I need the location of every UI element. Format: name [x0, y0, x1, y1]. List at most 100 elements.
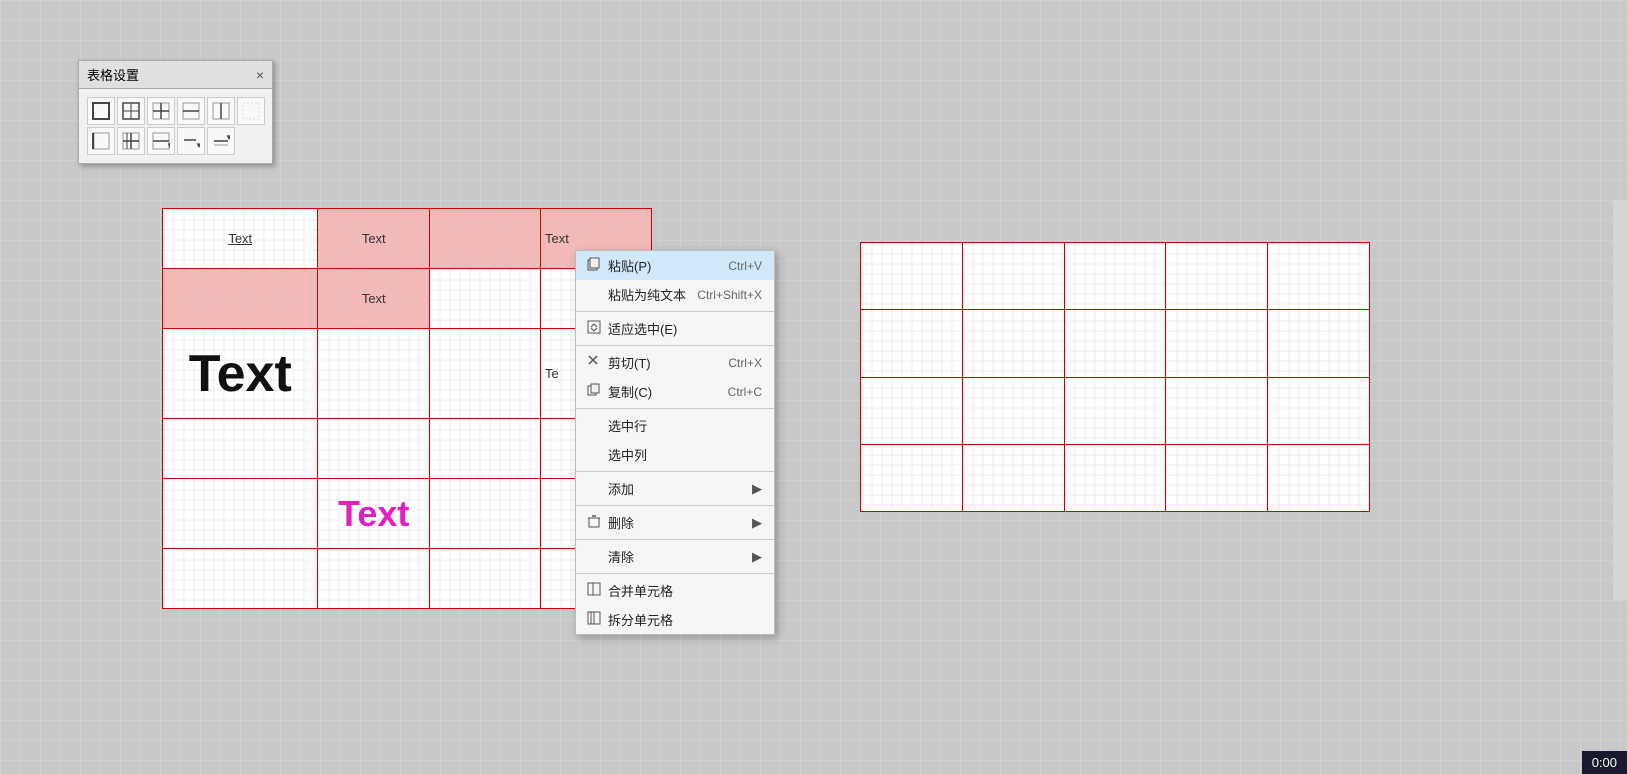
table-cell[interactable]: [1064, 444, 1166, 511]
menu-item-label-add: 添加: [608, 479, 634, 498]
context-menu-item-select-col[interactable]: 选中列: [576, 440, 774, 469]
panel-icons-grid: ▼ ▼ ▼: [79, 89, 272, 163]
panel-title-bar: 表格设置 ×: [79, 61, 272, 89]
menu-divider: [576, 471, 774, 472]
border-style-icon[interactable]: ▼: [147, 127, 175, 155]
context-menu-item-split-cells[interactable]: 拆分单元格: [576, 605, 774, 634]
table-cell[interactable]: [1064, 377, 1166, 444]
border-left-icon[interactable]: [87, 127, 115, 155]
table-cell[interactable]: [962, 243, 1064, 310]
table-cell[interactable]: [861, 444, 963, 511]
table-cell[interactable]: [429, 549, 540, 609]
table-row: [861, 310, 1370, 377]
table-cell[interactable]: [861, 377, 963, 444]
paste-icon: [586, 257, 602, 274]
context-menu-item-add[interactable]: 添加▶: [576, 474, 774, 503]
border-pattern-icon[interactable]: ▼: [207, 127, 235, 155]
submenu-arrow-clear: ▶: [752, 549, 762, 565]
table-cell[interactable]: [318, 549, 430, 609]
border-width-icon[interactable]: ▼: [177, 127, 205, 155]
border-h-icon[interactable]: [177, 97, 205, 125]
menu-item-shortcut-copy: Ctrl+C: [728, 385, 762, 399]
menu-item-label-split-cells: 拆分单元格: [608, 610, 673, 629]
context-menu-item-clear[interactable]: 清除 ▶: [576, 542, 774, 571]
table-cell[interactable]: [861, 310, 963, 377]
table-cell[interactable]: [1268, 444, 1370, 511]
table-cell[interactable]: [163, 269, 318, 329]
border-all-icon[interactable]: [117, 97, 145, 125]
table-cell[interactable]: [163, 479, 318, 549]
context-menu-item-fit-selection[interactable]: 适应选中(E): [576, 314, 774, 343]
context-menu-item-copy[interactable]: 复制(C)Ctrl+C: [576, 377, 774, 406]
border-right-icon[interactable]: [117, 127, 145, 155]
table-cell[interactable]: [163, 549, 318, 609]
panel-close-button[interactable]: ×: [256, 68, 264, 82]
context-menu-item-cut[interactable]: 剪切(T) Ctrl+X: [576, 348, 774, 377]
cell-text: Text: [545, 231, 569, 246]
table-cell[interactable]: Text: [163, 329, 318, 419]
table-cell[interactable]: [429, 269, 540, 329]
table-settings-panel: 表格设置 × ▼ ▼: [78, 60, 273, 164]
table-cell[interactable]: [1268, 377, 1370, 444]
menu-item-shortcut-paste: Ctrl+V: [728, 259, 762, 273]
table-cell[interactable]: [1268, 243, 1370, 310]
menu-item-label-clear: 清除: [608, 547, 634, 566]
table-cell[interactable]: [962, 377, 1064, 444]
table-cell[interactable]: [1166, 310, 1268, 377]
table-cell[interactable]: [429, 479, 540, 549]
context-menu: 粘贴(P)Ctrl+V粘贴为纯文本Ctrl+Shift+X 适应选中(E) 剪切(T…: [575, 250, 775, 635]
context-menu-item-paste[interactable]: 粘贴(P)Ctrl+V: [576, 251, 774, 280]
table-cell[interactable]: [861, 243, 963, 310]
table-cell[interactable]: Text: [318, 209, 430, 269]
submenu-arrow-delete: ▶: [752, 515, 762, 531]
table-cell[interactable]: [1064, 243, 1166, 310]
table-cell[interactable]: [429, 329, 540, 419]
table-cell[interactable]: Text: [318, 479, 430, 549]
table-cell[interactable]: [429, 209, 540, 269]
menu-item-shortcut-paste-plain: Ctrl+Shift+X: [697, 288, 762, 302]
scrollbar[interactable]: [1613, 200, 1627, 600]
table-cell[interactable]: [1166, 444, 1268, 511]
cell-text: Text: [362, 291, 386, 306]
menu-item-label-cut: 剪切(T): [608, 353, 651, 372]
table-row: [861, 444, 1370, 511]
cell-text: Text: [362, 231, 386, 246]
cell-text-pink: Text: [338, 493, 409, 534]
table-cell[interactable]: [163, 419, 318, 479]
right-table[interactable]: [860, 242, 1370, 512]
menu-divider: [576, 505, 774, 506]
cell-text: Te: [545, 366, 559, 381]
table-cell[interactable]: [1166, 377, 1268, 444]
delete-icon: [586, 514, 602, 531]
table-cell[interactable]: [1166, 243, 1268, 310]
context-menu-item-paste-plain[interactable]: 粘贴为纯文本Ctrl+Shift+X: [576, 280, 774, 309]
border-outer-icon[interactable]: [87, 97, 115, 125]
table-cell[interactable]: [962, 310, 1064, 377]
menu-item-label-select-row: 选中行: [608, 416, 647, 435]
right-table-wrapper: [860, 242, 1370, 512]
menu-divider: [576, 408, 774, 409]
svg-text:▼: ▼: [225, 133, 230, 142]
border-v-icon[interactable]: [207, 97, 235, 125]
svg-text:▼: ▼: [195, 141, 200, 150]
border-none-icon[interactable]: [237, 97, 265, 125]
merge-cells-icon: [586, 582, 602, 599]
svg-text:▼: ▼: [166, 141, 170, 150]
border-inner-icon[interactable]: [147, 97, 175, 125]
table-cell[interactable]: [962, 444, 1064, 511]
clock-display: 0:00: [1582, 751, 1627, 774]
copy-icon: [586, 383, 602, 400]
table-cell[interactable]: [1268, 310, 1370, 377]
menu-divider: [576, 573, 774, 574]
menu-item-shortcut-cut: Ctrl+X: [728, 356, 762, 370]
table-cell[interactable]: [318, 329, 430, 419]
table-cell[interactable]: [429, 419, 540, 479]
table-cell[interactable]: Text: [163, 209, 318, 269]
context-menu-item-merge-cells[interactable]: 合并单元格: [576, 576, 774, 605]
table-cell[interactable]: [1064, 310, 1166, 377]
context-menu-item-select-row[interactable]: 选中行: [576, 411, 774, 440]
table-row: [861, 243, 1370, 310]
table-cell[interactable]: Text: [318, 269, 430, 329]
table-cell[interactable]: [318, 419, 430, 479]
context-menu-item-delete[interactable]: 删除▶: [576, 508, 774, 537]
